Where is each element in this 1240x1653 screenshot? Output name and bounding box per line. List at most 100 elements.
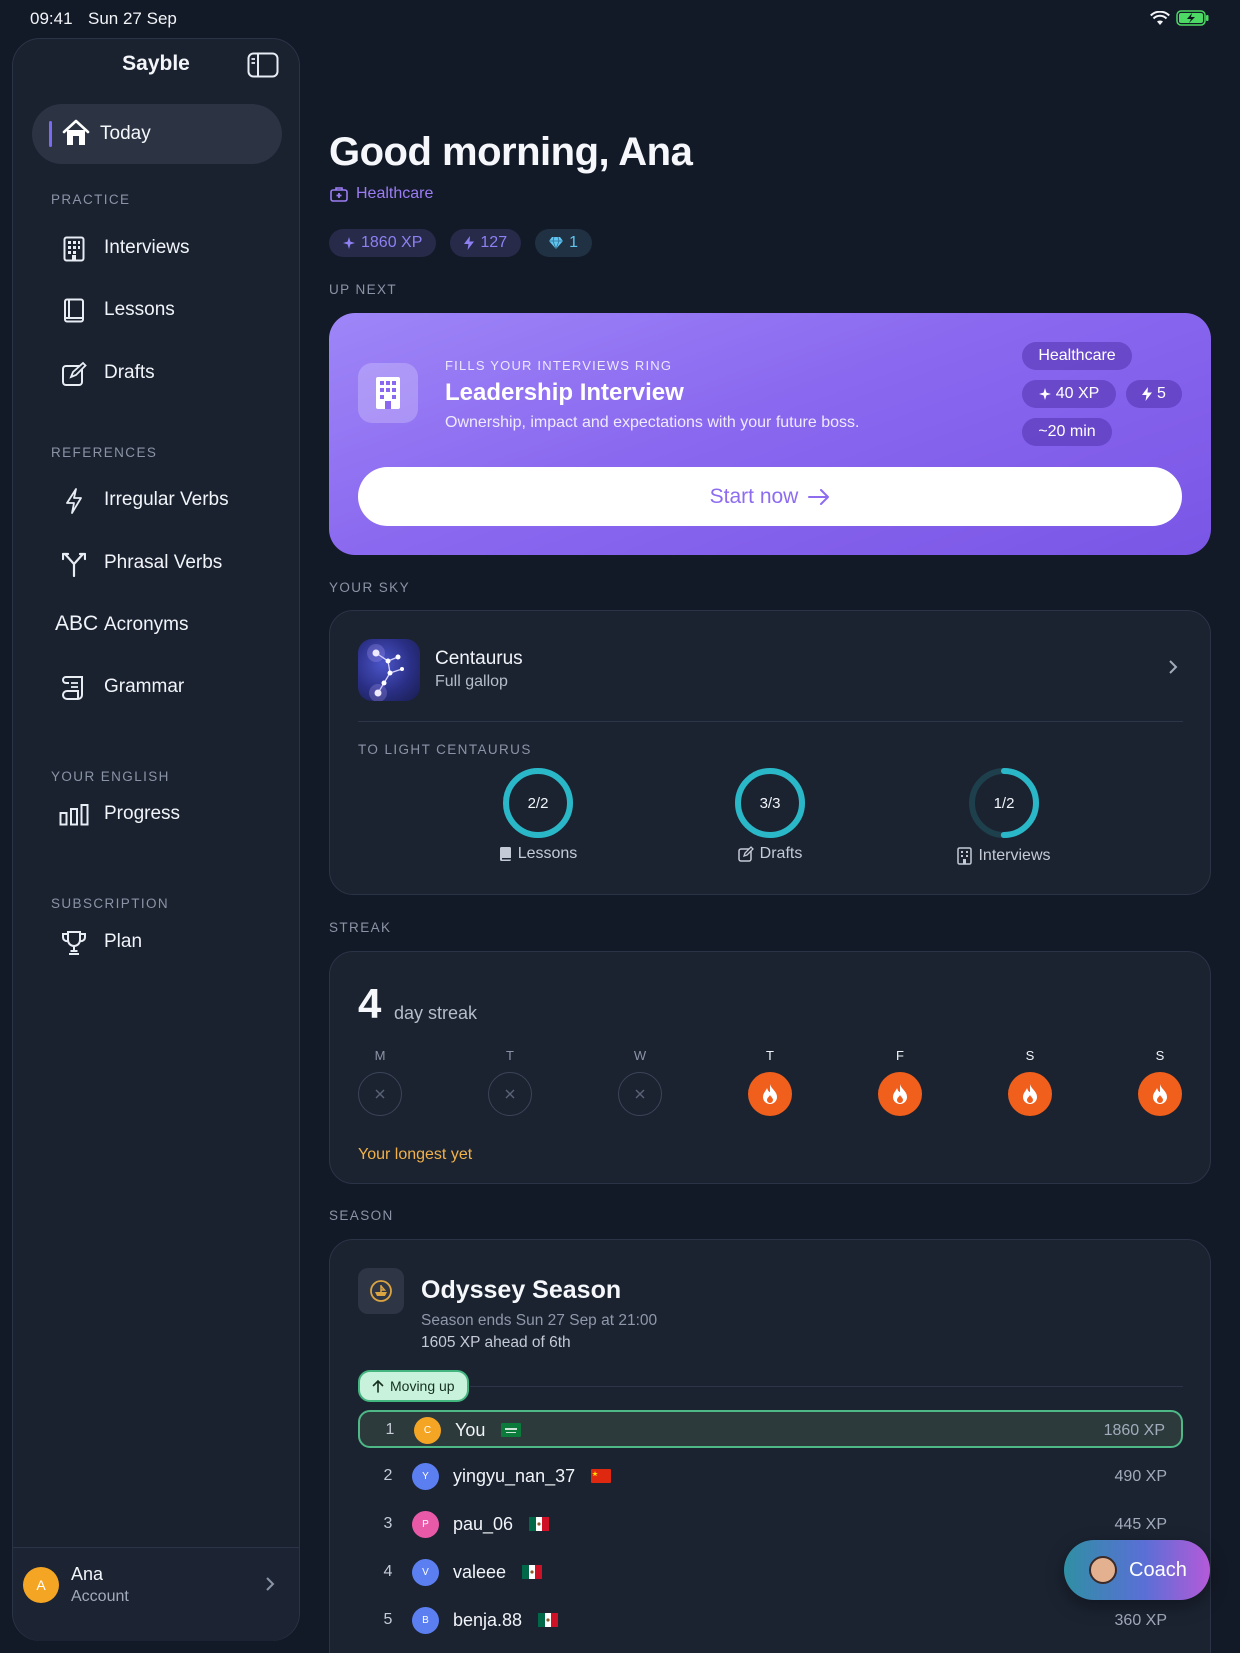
duration-chip: ~20 min (1022, 418, 1112, 446)
start-now-label: Start now (709, 484, 799, 508)
section-subscription: SUBSCRIPTION (51, 896, 170, 911)
flag-icon (591, 1469, 611, 1483)
diamond-icon (549, 237, 564, 249)
ring-value: 1/2 (994, 795, 1015, 812)
sidebar-item-label: Progress (104, 803, 181, 824)
bolt-icon (66, 488, 82, 514)
flame-icon (1138, 1072, 1182, 1116)
rings-label: TO LIGHT CENTAURUS (358, 742, 532, 757)
season-ends: Season ends Sun 27 Sep at 21:00 (421, 1312, 658, 1329)
ring-label: Drafts (710, 845, 830, 863)
sidebar-item-drafts[interactable]: Drafts (13, 346, 301, 402)
sidebar-item-label: Interviews (104, 237, 190, 258)
flame-icon (878, 1072, 922, 1116)
chevron-right-icon[interactable] (1168, 659, 1178, 675)
building-icon (376, 377, 400, 409)
missed-day-icon (358, 1072, 402, 1116)
section-your-english: YOUR ENGLISH (51, 769, 170, 784)
sidebar-item-today[interactable]: Today (32, 104, 282, 164)
season-title: Odyssey Season (421, 1276, 622, 1304)
track-label: Healthcare (356, 185, 434, 202)
sparkle-icon (343, 237, 355, 249)
active-indicator (49, 121, 52, 147)
account-name: Ana (71, 1564, 104, 1584)
stats-pills: 1860 XP 127 1 (329, 229, 592, 257)
ring-label: Interviews (944, 847, 1064, 865)
rank: 4 (383, 1563, 393, 1580)
sidebar-item-interviews[interactable]: Interviews (13, 221, 301, 277)
sidebar-item-grammar[interactable]: Grammar (13, 660, 301, 716)
page-title: Good morning, Ana (329, 130, 693, 174)
rank: 3 (383, 1515, 393, 1532)
sidebar-toggle-icon[interactable] (247, 52, 279, 78)
sidebar-item-label: Grammar (104, 676, 185, 697)
lesson-icon-tile (358, 363, 418, 423)
up-next-kicker: FILLS YOUR INTERVIEWS RING (445, 358, 673, 373)
fork-icon (62, 552, 86, 577)
ring-value: 3/3 (760, 795, 781, 812)
player-name: yingyu_nan_37 (453, 1466, 576, 1486)
streak-text: day streak (394, 1003, 478, 1023)
leaderboard-row[interactable]: 5 Bbenja.88 360 XP (358, 1602, 1183, 1640)
coach-button[interactable]: Coach (1064, 1540, 1210, 1600)
chip-label: Healthcare (1038, 347, 1116, 364)
chevron-right-icon (266, 1577, 275, 1591)
sidebar-item-plan[interactable]: Plan (13, 915, 301, 971)
progress-ring: 2/2 (503, 768, 573, 838)
home-icon (62, 119, 90, 145)
flame-icon (1008, 1072, 1052, 1116)
sidebar-item-lessons[interactable]: Lessons (13, 283, 301, 339)
rank: 5 (383, 1611, 393, 1628)
streak-value: 127 (480, 234, 508, 251)
ring-lessons: 2/2 Lessons (478, 767, 598, 862)
leaderboard-row[interactable]: 1 C You 1860 XP (358, 1410, 1183, 1448)
gem-value: 1 (569, 234, 578, 251)
player-xp: 360 XP (1114, 1612, 1167, 1629)
bolt-icon (1142, 387, 1153, 401)
section-references: REFERENCES (51, 445, 158, 460)
start-now-button[interactable]: Start now (358, 467, 1182, 526)
ring-label: Lessons (478, 845, 598, 863)
sidebar-item-progress[interactable]: Progress (13, 787, 301, 843)
player-xp: 445 XP (1114, 1516, 1167, 1533)
sidebar-item-phrasal-verbs[interactable]: Phrasal Verbs (13, 536, 301, 592)
sparkle-icon (1038, 388, 1051, 400)
streak-day: T (747, 1048, 793, 1116)
divider (358, 721, 1183, 722)
sidebar-item-acronyms[interactable]: ABC Acronyms (13, 598, 301, 654)
leaderboard-row[interactable]: 4 Vvaleee (358, 1554, 1183, 1592)
up-next-card[interactable]: FILLS YOUR INTERVIEWS RING Leadership In… (329, 313, 1211, 555)
missed-day-icon (488, 1072, 532, 1116)
flame-icon (748, 1072, 792, 1116)
up-next-label: UP NEXT (329, 282, 398, 297)
progress-ring: 3/3 (735, 768, 805, 838)
account-row[interactable]: A Ana Account (13, 1547, 299, 1641)
book-icon (499, 847, 511, 861)
xp-value: 1860 XP (361, 234, 423, 251)
season-label: SEASON (329, 1208, 394, 1223)
leaderboard-row[interactable]: 2 Yyingyu_nan_37 490 XP (358, 1458, 1183, 1496)
wifi-icon (1150, 10, 1170, 25)
sidebar-item-irregular-verbs[interactable]: Irregular Verbs (13, 473, 301, 529)
day-letter: T (766, 1048, 774, 1063)
streak-day: M (357, 1048, 403, 1116)
status-bar: 09:41 Sun 27 Sep (0, 0, 1240, 38)
player-name: You (455, 1420, 486, 1440)
avatar: C (414, 1417, 441, 1444)
building-icon (957, 847, 973, 865)
player-name: benja.88 (453, 1610, 523, 1630)
track-link[interactable]: Healthcare (330, 185, 433, 203)
xp-chip: 40 XP (1022, 380, 1116, 408)
up-next-description: Ownership, impact and expectations with … (445, 414, 860, 431)
streak-count: 4 (358, 980, 382, 1027)
streak-badge: 127 (450, 229, 522, 257)
leaderboard-row[interactable]: 3 Ppau_06 445 XP (358, 1506, 1183, 1544)
trophy-icon (62, 931, 86, 955)
rank: 2 (383, 1467, 393, 1484)
your-sky-label: YOUR SKY (329, 580, 410, 595)
battery-icon (1176, 10, 1209, 26)
streak-day: F (877, 1048, 923, 1116)
rank: 1 (385, 1421, 395, 1438)
book-icon (64, 298, 84, 323)
sidebar-item-label: Today (100, 123, 151, 144)
